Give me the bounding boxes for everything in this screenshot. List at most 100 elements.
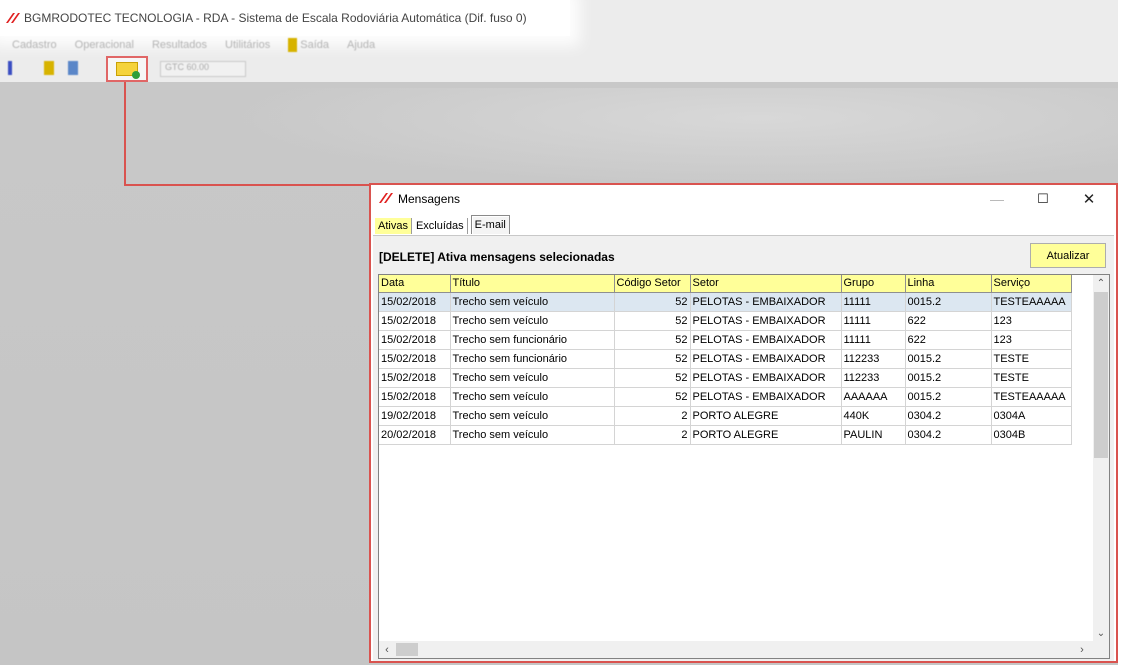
scroll-right-icon[interactable]: › [1074, 641, 1090, 658]
col-header-titulo[interactable]: Título [450, 275, 615, 293]
cell-linha: 0015.2 [905, 349, 992, 369]
cell-codigo-setor: 2 [614, 406, 691, 426]
table-row[interactable]: 15/02/2018 Trecho sem veículo 52 PELOTAS… [379, 292, 1072, 312]
scroll-left-icon[interactable]: ‹ [379, 641, 395, 658]
cell-servico: TESTE [991, 368, 1072, 388]
app-title: BGMRODOTEC TECNOLOGIA - RDA - Sistema de… [24, 11, 527, 25]
cell-codigo-setor: 52 [614, 292, 691, 312]
tab-bar: Ativas Excluídas E-mail [375, 215, 510, 234]
cell-titulo: Trecho sem veículo [450, 425, 615, 445]
cell-codigo-setor: 2 [614, 425, 691, 445]
cell-linha: 0015.2 [905, 292, 992, 312]
cell-data: 15/02/2018 [379, 349, 451, 369]
cell-servico: TESTEAAAAA [991, 292, 1072, 312]
messages-dialog: Mensagens — ☐ ✕ Ativas Excluídas E-mail … [369, 183, 1118, 663]
cell-codigo-setor: 52 [614, 368, 691, 388]
toolbar [4, 57, 78, 79]
toolbar-icon-2[interactable] [44, 61, 54, 75]
cell-data: 15/02/2018 [379, 292, 451, 312]
cell-codigo-setor: 52 [614, 311, 691, 331]
tab-excluidas[interactable]: Excluídas [412, 218, 468, 234]
table-row[interactable]: 15/02/2018 Trecho sem veículo 52 PELOTAS… [379, 387, 1072, 407]
cell-titulo: Trecho sem veículo [450, 292, 615, 312]
cell-codigo-setor: 52 [614, 349, 691, 369]
menu-utilitarios[interactable]: Utilitários [225, 39, 270, 51]
main-titlebar: BGMRODOTEC TECNOLOGIA - RDA - Sistema de… [0, 0, 570, 36]
table-row[interactable]: 15/02/2018 Trecho sem funcionário 52 PEL… [379, 349, 1072, 369]
cell-titulo: Trecho sem veículo [450, 406, 615, 426]
cell-grupo: 11111 [841, 330, 906, 350]
col-header-data[interactable]: Data [379, 275, 451, 293]
col-header-linha[interactable]: Linha [905, 275, 992, 293]
new-message-icon [116, 62, 140, 79]
background-blur [220, 88, 1118, 188]
col-header-grupo[interactable]: Grupo [841, 275, 906, 293]
cell-data: 20/02/2018 [379, 425, 451, 445]
menu-resultados[interactable]: Resultados [152, 39, 207, 51]
refresh-button[interactable]: Atualizar [1030, 243, 1106, 268]
toolbar-icon-3[interactable] [68, 61, 78, 75]
scroll-up-icon[interactable]: ⌃ [1093, 275, 1109, 291]
cell-grupo: 440K [841, 406, 906, 426]
cell-codigo-setor: 52 [614, 387, 691, 407]
menu-saida-label: Saída [300, 39, 329, 51]
maximize-icon[interactable]: ☐ [1023, 189, 1063, 209]
cell-titulo: Trecho sem funcionário [450, 349, 615, 369]
tab-ativas[interactable]: Ativas [375, 218, 412, 234]
cell-data: 15/02/2018 [379, 368, 451, 388]
cell-titulo: Trecho sem veículo [450, 368, 615, 388]
cell-setor: PELOTAS - EMBAIXADOR [690, 330, 842, 350]
cell-setor: PELOTAS - EMBAIXADOR [690, 311, 842, 331]
horizontal-scroll-thumb[interactable] [396, 643, 418, 656]
cell-grupo: AAAAAA [841, 387, 906, 407]
cell-setor: PELOTAS - EMBAIXADOR [690, 349, 842, 369]
menu-ajuda[interactable]: Ajuda [347, 39, 375, 51]
tab-email[interactable]: E-mail [470, 215, 510, 234]
tab-panel: [DELETE] Ativa mensagens selecionadas At… [373, 235, 1114, 661]
cell-grupo: 11111 [841, 292, 906, 312]
cell-titulo: Trecho sem veículo [450, 311, 615, 331]
col-header-setor[interactable]: Setor [690, 275, 842, 293]
table-row[interactable]: 19/02/2018 Trecho sem veículo 2 PORTO AL… [379, 406, 1072, 426]
cell-servico: 123 [991, 330, 1072, 350]
cell-linha: 0015.2 [905, 387, 992, 407]
scroll-down-icon[interactable]: ⌄ [1093, 625, 1109, 641]
app-logo-icon [4, 11, 20, 25]
vertical-scroll-thumb[interactable] [1094, 292, 1108, 458]
table-row[interactable]: 15/02/2018 Trecho sem veículo 52 PELOTAS… [379, 368, 1072, 388]
cell-data: 15/02/2018 [379, 387, 451, 407]
cell-setor: PELOTAS - EMBAIXADOR [690, 292, 842, 312]
table-header-row: Data Título Código Setor Setor Grupo Lin… [379, 275, 1072, 293]
cell-grupo: 112233 [841, 349, 906, 369]
toolbar-icon-1[interactable] [8, 61, 12, 75]
close-icon[interactable]: ✕ [1069, 189, 1109, 209]
col-header-servico[interactable]: Serviço [991, 275, 1072, 293]
table-row[interactable]: 15/02/2018 Trecho sem veículo 52 PELOTAS… [379, 311, 1072, 331]
cell-servico: 123 [991, 311, 1072, 331]
exit-door-icon [288, 38, 298, 52]
panel-instruction: [DELETE] Ativa mensagens selecionadas [379, 250, 615, 264]
cell-codigo-setor: 52 [614, 330, 691, 350]
cell-data: 15/02/2018 [379, 311, 451, 331]
menu-saida[interactable]: Saída [288, 38, 329, 52]
cell-servico: 0304A [991, 406, 1072, 426]
col-header-codigo-setor[interactable]: Código Setor [614, 275, 691, 293]
messages-toolbar-button[interactable] [106, 56, 148, 82]
cell-setor: PORTO ALEGRE [690, 406, 842, 426]
cell-servico: TESTE [991, 349, 1072, 369]
dialog-title: Mensagens [398, 192, 461, 206]
screen-edge [1118, 0, 1125, 665]
vertical-scrollbar[interactable]: ⌃ ⌄ [1093, 275, 1109, 641]
highlight-connector [124, 82, 126, 186]
cell-servico: 0304B [991, 425, 1072, 445]
menu-cadastro[interactable]: Cadastro [12, 39, 57, 51]
table-row[interactable]: 15/02/2018 Trecho sem funcionário 52 PEL… [379, 330, 1072, 350]
table-row[interactable]: 20/02/2018 Trecho sem veículo 2 PORTO AL… [379, 425, 1072, 445]
horizontal-scrollbar[interactable]: ‹ › [379, 641, 1109, 658]
messages-grid[interactable]: Data Título Código Setor Setor Grupo Lin… [378, 274, 1110, 659]
cell-titulo: Trecho sem funcionário [450, 330, 615, 350]
toolbar-combo[interactable]: GTC 60.00 [160, 61, 246, 77]
cell-linha: 622 [905, 311, 992, 331]
minimize-icon[interactable]: — [977, 189, 1017, 209]
menu-operacional[interactable]: Operacional [75, 39, 134, 51]
